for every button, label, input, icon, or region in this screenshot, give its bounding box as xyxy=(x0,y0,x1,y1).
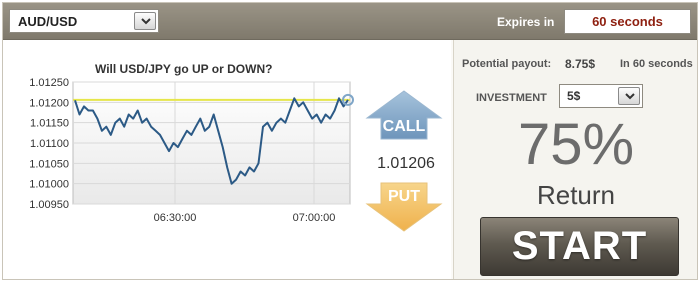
payout-value: 8.75$ xyxy=(565,57,596,71)
investment-label: INVESTMENT xyxy=(476,92,547,104)
asset-select[interactable]: AUD/USD xyxy=(9,9,159,33)
y-tick-label: 1.00950 xyxy=(29,199,69,211)
down-arrow-icon: PUT xyxy=(365,182,443,232)
y-tick-label: 1.01050 xyxy=(29,158,69,170)
chevron-down-icon xyxy=(141,18,151,25)
payout-label: Potential payout: xyxy=(462,58,552,70)
return-label: Return xyxy=(536,180,616,210)
y-tick-label: 1.01250 xyxy=(29,77,69,89)
trading-widget: AUD/USD Expires in 60 seconds Will USD/J… xyxy=(2,2,698,280)
call-label: CALL xyxy=(383,118,426,135)
top-bar: AUD/USD Expires in 60 seconds xyxy=(3,3,697,40)
chart-panel: Will USD/JPY go UP or DOWN? 1.01250 1.012… xyxy=(3,40,451,279)
put-label: PUT xyxy=(388,188,420,205)
current-price: 1.01206 xyxy=(377,155,435,172)
investment-select[interactable]: 5$ xyxy=(559,84,643,108)
up-arrow-icon: CALL xyxy=(365,90,443,140)
asset-dropdown-button[interactable] xyxy=(134,12,156,30)
y-tick-label: 1.01200 xyxy=(29,97,69,109)
call-button[interactable]: CALL xyxy=(365,90,443,140)
y-tick-label: 1.01000 xyxy=(29,179,69,191)
payout-time: In 60 seconds xyxy=(620,58,693,70)
expires-value: 60 seconds xyxy=(564,9,691,34)
x-tick-label: 06:30:00 xyxy=(154,212,197,224)
start-button[interactable]: START xyxy=(480,217,679,276)
order-panel: Potential payout: 8.75$ In 60 seconds IN… xyxy=(453,40,697,279)
investment-dropdown-button[interactable] xyxy=(618,87,640,105)
chevron-down-icon xyxy=(625,93,635,100)
expires-label: Expires in xyxy=(497,15,555,29)
y-tick-label: 1.01100 xyxy=(30,138,69,150)
return-percent: 75% xyxy=(517,112,635,177)
put-button[interactable]: PUT xyxy=(365,182,443,232)
x-tick-label: 07:00:00 xyxy=(293,212,336,224)
asset-value: AUD/USD xyxy=(18,14,78,29)
investment-value: 5$ xyxy=(567,89,581,103)
y-tick-label: 1.01150 xyxy=(30,118,69,130)
